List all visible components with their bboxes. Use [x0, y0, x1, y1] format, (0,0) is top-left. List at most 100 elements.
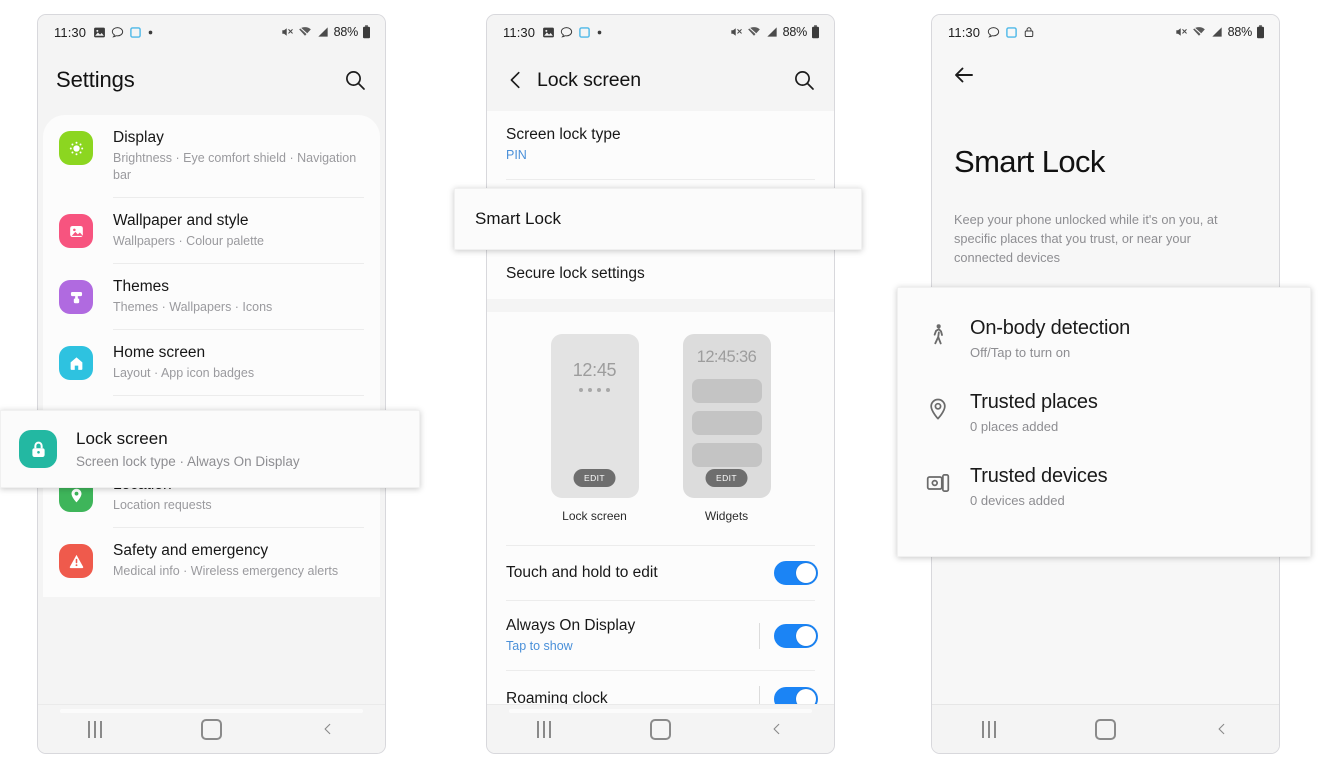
preview-thumbnail[interactable]: 12:45:36 EDIT: [682, 334, 771, 498]
status-bar: 11:30 88%: [487, 15, 834, 49]
signal-icon: [765, 25, 779, 39]
row-secure-lock-settings[interactable]: Secure lock settings: [487, 250, 834, 299]
callout-smart-lock-options: On-body detection Off/Tap to turn on Trust…: [897, 287, 1311, 557]
signal-icon: [1210, 25, 1224, 39]
item-subtitle: Themes · Wallpapers · Icons: [113, 300, 273, 314]
status-time: 11:30: [503, 24, 536, 40]
preview-clock: 12:45: [572, 360, 617, 380]
item-title: Wallpaper and style: [113, 212, 249, 229]
page-description: Keep your phone unlocked while it's on y…: [954, 212, 1218, 265]
settings-list-item[interactable]: Themes Themes · Wallpapers · Icons: [43, 264, 380, 329]
row-value: PIN: [506, 148, 527, 162]
option-title: On-body detection: [970, 317, 1131, 339]
toggle-subtitle: Tap to show: [506, 639, 573, 653]
item-subtitle: Layout · App icon badges: [113, 366, 255, 380]
home-button[interactable]: [200, 718, 222, 740]
callout-lock-screen-item[interactable]: Lock screen Screen lock type · Always On…: [0, 410, 420, 488]
arrow-left-icon[interactable]: [952, 63, 976, 92]
settings-list: Display Brightness · Eye comfort shield ·…: [43, 115, 380, 597]
callout-subtitle: Screen lock type · Always On Display: [76, 453, 300, 469]
preview-thumbnail[interactable]: 12:45 EDIT: [550, 334, 639, 498]
back-button[interactable]: [1215, 722, 1229, 736]
message-bubble-icon: [987, 26, 1000, 39]
lock-screen-preview[interactable]: 12:45 EDIT Lock screen: [550, 334, 639, 523]
app-square-icon: [578, 26, 591, 39]
message-bubble-icon: [560, 26, 573, 39]
recent-apps-button[interactable]: [87, 720, 102, 738]
toggle-switch[interactable]: [774, 623, 818, 648]
home-button[interactable]: [649, 718, 671, 740]
status-time: 11:30: [948, 24, 981, 40]
house-icon: [59, 346, 93, 380]
smart-lock-option[interactable]: Trusted devices 0 devices added: [898, 450, 1310, 524]
row-screen-lock-type[interactable]: Screen lock type PIN: [487, 111, 834, 179]
lock-icon: [1023, 26, 1035, 38]
back-button[interactable]: [321, 722, 335, 736]
preview-widget-bars: [691, 379, 762, 467]
item-title: Home screen: [113, 344, 206, 361]
status-bar: 11:30 88%: [932, 15, 1279, 49]
smart-lock-option[interactable]: On-body detection Off/Tap to turn on: [898, 302, 1310, 376]
dot-icon: [596, 29, 603, 36]
preview-label: Lock screen: [562, 509, 627, 523]
page-title: Smart Lock: [954, 144, 1105, 179]
toggle-switch[interactable]: [774, 561, 818, 585]
search-icon[interactable]: [343, 68, 367, 92]
preview-clock: 12:45:36: [696, 348, 757, 366]
vertical-divider: [759, 622, 760, 649]
preview-label: Widgets: [704, 509, 749, 523]
navigation-bar: [38, 704, 385, 753]
navigation-bar: [932, 704, 1279, 753]
option-subtitle: Off/Tap to turn on: [970, 345, 1071, 360]
recent-apps-button[interactable]: [981, 720, 996, 738]
edit-button[interactable]: EDIT: [573, 469, 616, 487]
item-title: Display: [113, 129, 164, 146]
status-time: 11:30: [54, 24, 87, 40]
battery-percent: 88%: [1227, 25, 1253, 39]
preview-list: 12:45 EDIT Lock screen 12:45:36 EDIT Widgets: [487, 312, 834, 531]
chevron-left-icon[interactable]: [505, 69, 527, 91]
toggle-title: Touch and hold to edit: [506, 564, 658, 581]
lock-screen-preview[interactable]: 12:45:36 EDIT Widgets: [682, 334, 771, 523]
callout-title: Smart Lock: [475, 209, 561, 228]
battery-percent: 88%: [782, 25, 808, 39]
mute-icon: [1174, 25, 1188, 39]
page-title: Settings: [56, 67, 135, 92]
lock-screen-app-bar: Lock screen: [487, 49, 834, 111]
smart-lock-option[interactable]: Trusted places 0 places added: [898, 376, 1310, 450]
option-subtitle: 0 places added: [970, 419, 1059, 434]
page-title: Lock screen: [537, 68, 642, 91]
item-title: Safety and emergency: [113, 542, 269, 559]
mute-icon: [280, 25, 294, 39]
smart-lock-app-bar: [932, 49, 1279, 105]
settings-list-item[interactable]: Home screen Layout · App icon badges: [43, 330, 380, 395]
battery-percent: 88%: [333, 25, 359, 39]
gesture-hint: [509, 709, 812, 713]
battery-icon: [811, 25, 820, 39]
status-bar: 11:30 88%: [38, 15, 385, 49]
settings-list-item[interactable]: Safety and emergency Medical info · Wirel…: [43, 528, 380, 593]
search-icon[interactable]: [792, 68, 816, 92]
settings-list-item[interactable]: Wallpaper and style Wallpapers · Colour p…: [43, 198, 380, 263]
signal-icon: [316, 25, 330, 39]
gesture-hint: [60, 709, 363, 713]
item-subtitle: Location requests: [113, 498, 212, 512]
message-bubble-icon: [111, 26, 124, 39]
padlock-icon: [19, 430, 57, 468]
toggle-row[interactable]: Touch and hold to edit: [487, 546, 834, 600]
settings-list-item[interactable]: Display Brightness · Eye comfort shield ·…: [43, 115, 380, 197]
callout-smart-lock-item[interactable]: Smart Lock: [454, 188, 862, 250]
battery-icon: [362, 25, 371, 39]
home-button[interactable]: [1094, 718, 1116, 740]
recent-apps-button[interactable]: [536, 720, 551, 738]
back-button[interactable]: [770, 722, 784, 736]
toggle-row[interactable]: Always On Display Tap to show: [487, 601, 834, 670]
wifi-icon: [1192, 25, 1206, 39]
option-title: Trusted places: [970, 391, 1098, 413]
option-subtitle: 0 devices added: [970, 493, 1065, 508]
navigation-bar: [487, 704, 834, 753]
edit-button[interactable]: EDIT: [705, 469, 748, 487]
phone-panel-lock-screen: 11:30 88% Lock screen Screen lock type P…: [486, 14, 835, 754]
walking-person-icon: [920, 316, 956, 348]
item-subtitle: Medical info · Wireless emergency alerts: [113, 564, 339, 578]
